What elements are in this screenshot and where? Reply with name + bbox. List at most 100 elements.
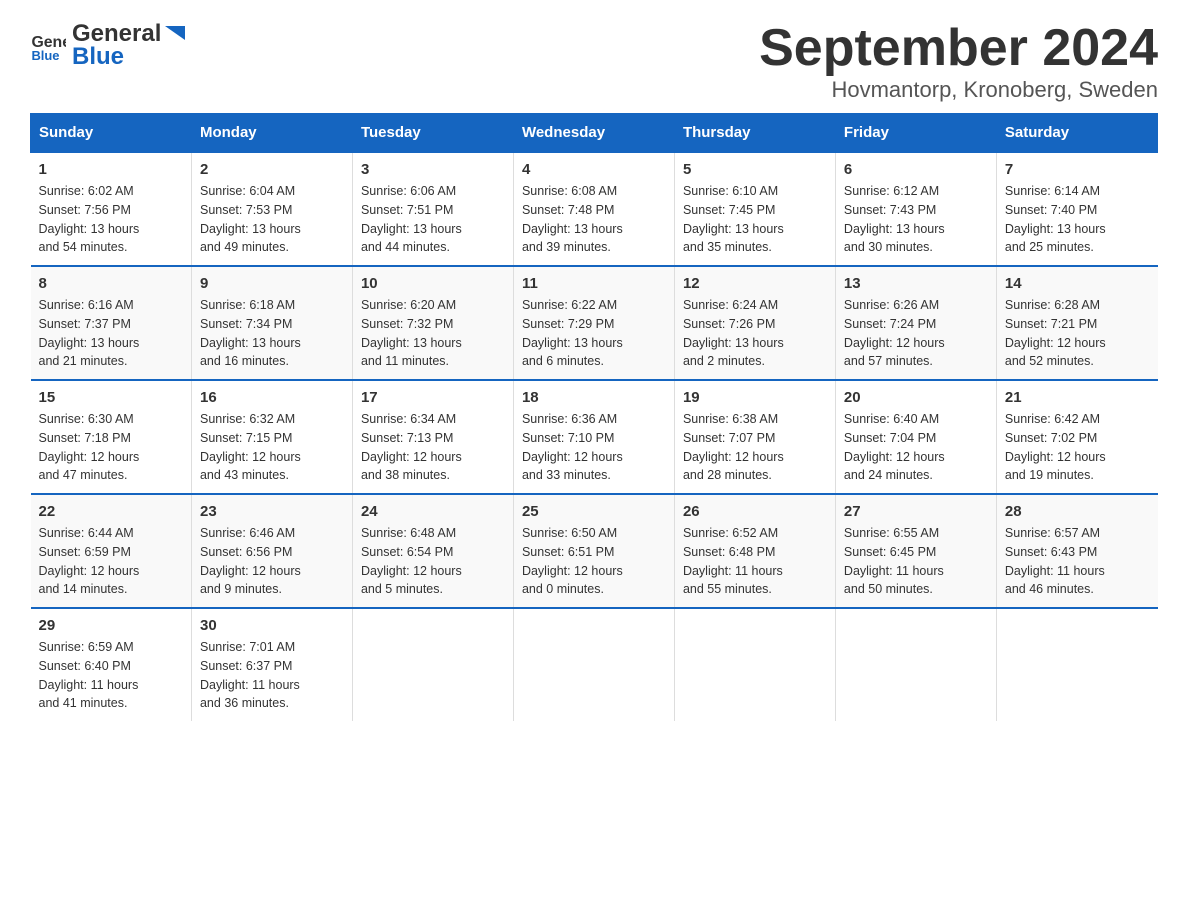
calendar-day-cell: 29 Sunrise: 6:59 AMSunset: 6:40 PMDayligh…	[31, 608, 192, 721]
day-info: Sunrise: 6:32 AMSunset: 7:15 PMDaylight:…	[200, 410, 344, 485]
day-number: 18	[522, 389, 666, 406]
day-number: 23	[200, 503, 344, 520]
day-number: 24	[361, 503, 505, 520]
logo: General Blue General Blue	[30, 20, 189, 70]
calendar-day-cell: 16 Sunrise: 6:32 AMSunset: 7:15 PMDayligh…	[191, 380, 352, 494]
day-number: 30	[200, 617, 344, 634]
day-info: Sunrise: 6:48 AMSunset: 6:54 PMDaylight:…	[361, 524, 505, 599]
calendar-subtitle: Hovmantorp, Kronoberg, Sweden	[759, 77, 1158, 103]
weekday-header-saturday: Saturday	[996, 114, 1157, 153]
calendar-day-cell: 1Sunrise: 6:02 AMSunset: 7:56 PMDaylight…	[31, 152, 192, 266]
title-block: September 2024 Hovmantorp, Kronoberg, Sw…	[759, 20, 1158, 103]
day-info: Sunrise: 6:55 AMSunset: 6:45 PMDaylight:…	[844, 524, 988, 599]
day-number: 21	[1005, 389, 1150, 406]
day-number: 29	[39, 617, 183, 634]
weekday-header-row: SundayMondayTuesdayWednesdayThursdayFrid…	[31, 114, 1158, 153]
day-info: Sunrise: 6:30 AMSunset: 7:18 PMDaylight:…	[39, 410, 183, 485]
day-number: 10	[361, 275, 505, 292]
calendar-day-cell: 13 Sunrise: 6:26 AMSunset: 7:24 PMDayligh…	[835, 266, 996, 380]
calendar-day-cell: 18 Sunrise: 6:36 AMSunset: 7:10 PMDayligh…	[513, 380, 674, 494]
day-number: 13	[844, 275, 988, 292]
calendar-day-cell: 4Sunrise: 6:08 AMSunset: 7:48 PMDaylight…	[513, 152, 674, 266]
calendar-week-row: 29 Sunrise: 6:59 AMSunset: 6:40 PMDayligh…	[31, 608, 1158, 721]
day-info: Sunrise: 6:36 AMSunset: 7:10 PMDaylight:…	[522, 410, 666, 485]
page-header: General Blue General Blue September 2024…	[30, 20, 1158, 103]
calendar-day-cell	[996, 608, 1157, 721]
day-info: Sunrise: 6:34 AMSunset: 7:13 PMDaylight:…	[361, 410, 505, 485]
day-info: Sunrise: 6:06 AMSunset: 7:51 PMDaylight:…	[361, 182, 505, 257]
day-info: Sunrise: 7:01 AMSunset: 6:37 PMDaylight:…	[200, 638, 344, 713]
logo-blue-text: Blue	[72, 44, 189, 70]
calendar-table: SundayMondayTuesdayWednesdayThursdayFrid…	[30, 113, 1158, 721]
calendar-day-cell: 24 Sunrise: 6:48 AMSunset: 6:54 PMDayligh…	[352, 494, 513, 608]
day-info: Sunrise: 6:38 AMSunset: 7:07 PMDaylight:…	[683, 410, 827, 485]
calendar-week-row: 1Sunrise: 6:02 AMSunset: 7:56 PMDaylight…	[31, 152, 1158, 266]
day-info: Sunrise: 6:24 AMSunset: 7:26 PMDaylight:…	[683, 296, 827, 371]
day-number: 15	[39, 389, 183, 406]
day-number: 12	[683, 275, 827, 292]
calendar-day-cell: 28 Sunrise: 6:57 AMSunset: 6:43 PMDayligh…	[996, 494, 1157, 608]
calendar-day-cell: 20 Sunrise: 6:40 AMSunset: 7:04 PMDayligh…	[835, 380, 996, 494]
day-number: 14	[1005, 275, 1150, 292]
calendar-day-cell: 15 Sunrise: 6:30 AMSunset: 7:18 PMDayligh…	[31, 380, 192, 494]
day-info: Sunrise: 6:16 AMSunset: 7:37 PMDaylight:…	[39, 296, 183, 371]
day-info: Sunrise: 6:26 AMSunset: 7:24 PMDaylight:…	[844, 296, 988, 371]
calendar-day-cell: 22 Sunrise: 6:44 AMSunset: 6:59 PMDayligh…	[31, 494, 192, 608]
day-info: Sunrise: 6:12 AMSunset: 7:43 PMDaylight:…	[844, 182, 988, 257]
calendar-week-row: 8 Sunrise: 6:16 AMSunset: 7:37 PMDaylight…	[31, 266, 1158, 380]
calendar-day-cell: 17Sunrise: 6:34 AMSunset: 7:13 PMDayligh…	[352, 380, 513, 494]
day-info: Sunrise: 6:10 AMSunset: 7:45 PMDaylight:…	[683, 182, 827, 257]
calendar-day-cell: 5Sunrise: 6:10 AMSunset: 7:45 PMDaylight…	[674, 152, 835, 266]
calendar-day-cell: 12 Sunrise: 6:24 AMSunset: 7:26 PMDayligh…	[674, 266, 835, 380]
day-info: Sunrise: 6:04 AMSunset: 7:53 PMDaylight:…	[200, 182, 344, 257]
calendar-day-cell: 7Sunrise: 6:14 AMSunset: 7:40 PMDaylight…	[996, 152, 1157, 266]
day-info: Sunrise: 6:59 AMSunset: 6:40 PMDaylight:…	[39, 638, 183, 713]
weekday-header-tuesday: Tuesday	[352, 114, 513, 153]
calendar-day-cell: 30 Sunrise: 7:01 AMSunset: 6:37 PMDayligh…	[191, 608, 352, 721]
day-info: Sunrise: 6:52 AMSunset: 6:48 PMDaylight:…	[683, 524, 827, 599]
day-info: Sunrise: 6:40 AMSunset: 7:04 PMDaylight:…	[844, 410, 988, 485]
day-info: Sunrise: 6:50 AMSunset: 6:51 PMDaylight:…	[522, 524, 666, 599]
day-number: 28	[1005, 503, 1150, 520]
calendar-day-cell: 27 Sunrise: 6:55 AMSunset: 6:45 PMDayligh…	[835, 494, 996, 608]
calendar-day-cell	[674, 608, 835, 721]
weekday-header-sunday: Sunday	[31, 114, 192, 153]
weekday-header-thursday: Thursday	[674, 114, 835, 153]
calendar-day-cell: 26 Sunrise: 6:52 AMSunset: 6:48 PMDayligh…	[674, 494, 835, 608]
day-number: 8	[39, 275, 183, 292]
calendar-day-cell: 6 Sunrise: 6:12 AMSunset: 7:43 PMDaylight…	[835, 152, 996, 266]
day-number: 9	[200, 275, 344, 292]
day-info: Sunrise: 6:18 AMSunset: 7:34 PMDaylight:…	[200, 296, 344, 371]
calendar-day-cell: 25 Sunrise: 6:50 AMSunset: 6:51 PMDayligh…	[513, 494, 674, 608]
calendar-day-cell: 19 Sunrise: 6:38 AMSunset: 7:07 PMDayligh…	[674, 380, 835, 494]
day-number: 4	[522, 161, 666, 178]
day-number: 19	[683, 389, 827, 406]
day-number: 25	[522, 503, 666, 520]
calendar-week-row: 15 Sunrise: 6:30 AMSunset: 7:18 PMDayligh…	[31, 380, 1158, 494]
day-number: 3	[361, 161, 505, 178]
calendar-title: September 2024	[759, 20, 1158, 77]
day-info: Sunrise: 6:14 AMSunset: 7:40 PMDaylight:…	[1005, 182, 1150, 257]
calendar-day-cell	[835, 608, 996, 721]
day-number: 11	[522, 275, 666, 292]
day-number: 16	[200, 389, 344, 406]
day-info: Sunrise: 6:44 AMSunset: 6:59 PMDaylight:…	[39, 524, 183, 599]
day-info: Sunrise: 6:46 AMSunset: 6:56 PMDaylight:…	[200, 524, 344, 599]
day-number: 26	[683, 503, 827, 520]
day-number: 27	[844, 503, 988, 520]
day-info: Sunrise: 6:57 AMSunset: 6:43 PMDaylight:…	[1005, 524, 1150, 599]
calendar-day-cell	[352, 608, 513, 721]
calendar-day-cell: 9 Sunrise: 6:18 AMSunset: 7:34 PMDaylight…	[191, 266, 352, 380]
calendar-day-cell: 14Sunrise: 6:28 AMSunset: 7:21 PMDayligh…	[996, 266, 1157, 380]
weekday-header-friday: Friday	[835, 114, 996, 153]
calendar-day-cell: 3 Sunrise: 6:06 AMSunset: 7:51 PMDaylight…	[352, 152, 513, 266]
calendar-week-row: 22 Sunrise: 6:44 AMSunset: 6:59 PMDayligh…	[31, 494, 1158, 608]
calendar-day-cell: 11Sunrise: 6:22 AMSunset: 7:29 PMDayligh…	[513, 266, 674, 380]
day-number: 22	[39, 503, 183, 520]
day-number: 20	[844, 389, 988, 406]
calendar-day-cell: 2 Sunrise: 6:04 AMSunset: 7:53 PMDaylight…	[191, 152, 352, 266]
day-info: Sunrise: 6:02 AMSunset: 7:56 PMDaylight:…	[39, 182, 183, 257]
day-number: 2	[200, 161, 344, 178]
day-number: 6	[844, 161, 988, 178]
weekday-header-wednesday: Wednesday	[513, 114, 674, 153]
